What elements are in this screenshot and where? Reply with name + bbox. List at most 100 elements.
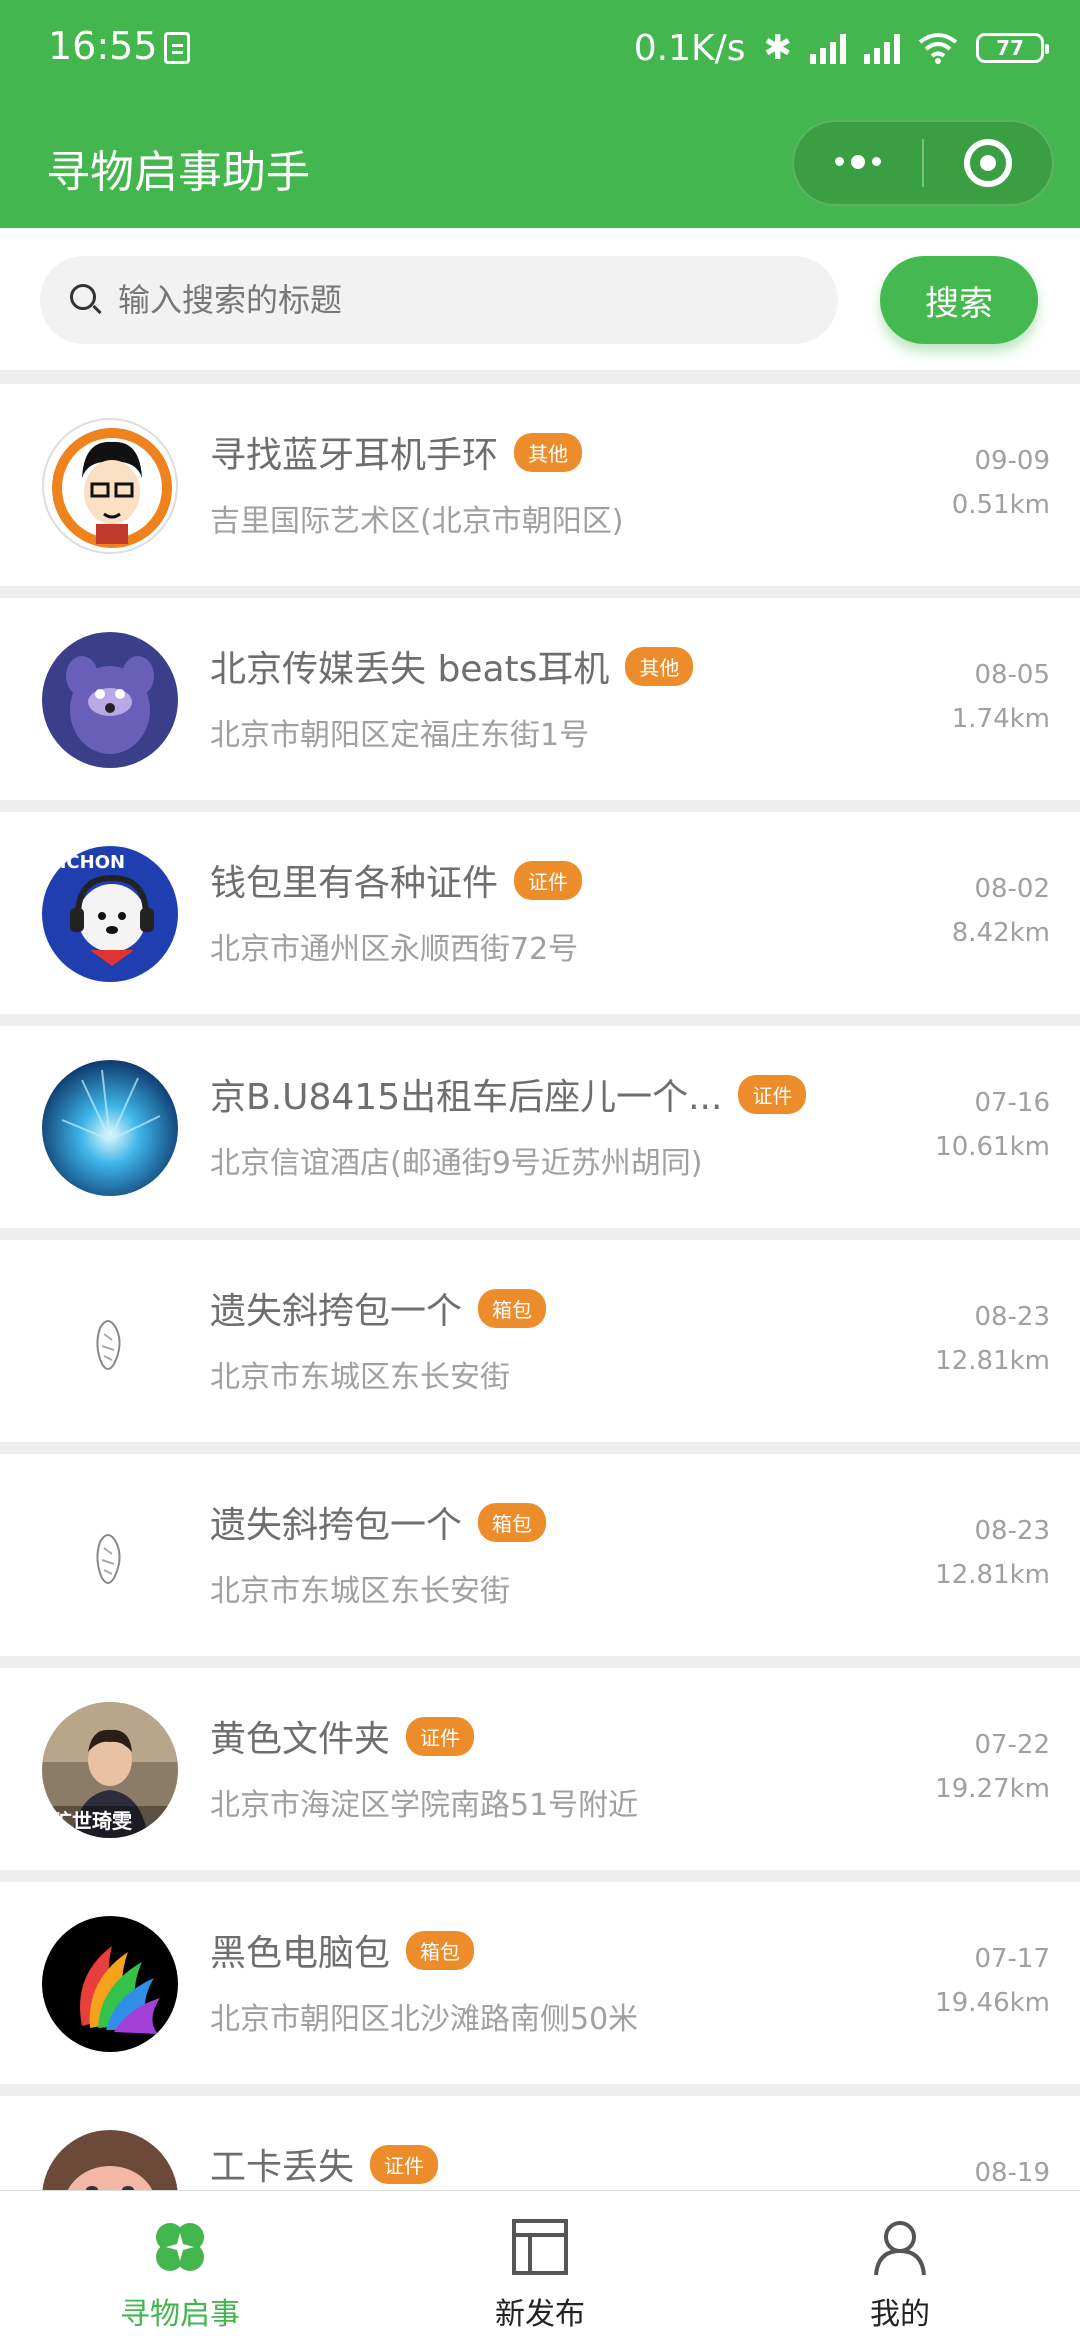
item-distance: 19.46km: [935, 1988, 1050, 2018]
search-button[interactable]: 搜索: [880, 256, 1038, 344]
avatar: [42, 1274, 178, 1410]
item-date: 08-05: [974, 660, 1050, 690]
item-address: 北京市东城区东长安街: [210, 1574, 510, 1609]
item-distance: 1.74km: [951, 704, 1050, 734]
item-title-row: 寻找蓝牙耳机手环 其他: [210, 426, 583, 478]
item-title-row: 遗失斜挎包一个 箱包: [210, 1282, 547, 1334]
avatar-text: 旷世琦雯: [52, 1809, 132, 1833]
tab-lost-found[interactable]: 寻物启事: [0, 2191, 360, 2340]
item-date: 07-16: [974, 1088, 1050, 1118]
item-address: 北京市朝阳区北沙滩路南侧50米: [210, 2002, 639, 2037]
item-title: 工卡丢失: [210, 2147, 355, 2188]
category-tag: 其他: [625, 646, 694, 686]
search-input[interactable]: [118, 281, 798, 319]
category-tag: 证件: [406, 1716, 475, 1756]
item-title-row: 工卡丢失 证件: [210, 2138, 439, 2190]
item-address: 北京市朝阳区定福庄东街1号: [210, 718, 590, 753]
item-date: 08-19: [974, 2158, 1050, 2188]
item-distance: 12.81km: [935, 1560, 1050, 1590]
tab-label: 新发布: [495, 2297, 585, 2332]
item-title: 寻找蓝牙耳机手环: [210, 435, 499, 476]
new-post-icon: [510, 2217, 570, 2277]
item-title: 北京传媒丢失 beats耳机: [210, 649, 610, 690]
status-bar: 16:55 0.1K/s ✱ 77: [0, 0, 1080, 100]
item-distance: 0.51km: [951, 490, 1050, 520]
category-tag: 箱包: [478, 1288, 547, 1328]
more-dots-icon[interactable]: [794, 155, 922, 169]
tab-label: 我的: [870, 2297, 930, 2332]
battery-icon: 77: [976, 33, 1049, 63]
tab-new-post[interactable]: 新发布: [360, 2191, 720, 2340]
item-title-row: 北京传媒丢失 beats耳机 其他: [210, 640, 694, 692]
item-distance: 19.27km: [935, 1774, 1050, 1804]
item-title: 钱包里有各种证件: [210, 863, 499, 904]
list-item[interactable]: BICHON 钱包里有各种证件 证件 北京市通州区永顺西街72号 08-02 8…: [0, 812, 1080, 1014]
search-bar: 搜索: [0, 228, 1080, 370]
list-item[interactable]: 寻找蓝牙耳机手环 其他 吉里国际艺术区(北京市朝阳区) 09-09 0.51km: [0, 384, 1080, 586]
wifi-icon: [918, 32, 958, 64]
tab-profile[interactable]: 我的: [720, 2191, 1080, 2340]
category-tag: 证件: [738, 1074, 807, 1114]
avatar: [42, 632, 178, 768]
mini-program-capsule: [792, 120, 1054, 206]
home-clover-icon: [150, 2217, 210, 2277]
item-distance: 12.81km: [935, 1346, 1050, 1376]
item-title: 遗失斜挎包一个: [210, 1505, 463, 1546]
category-tag: 箱包: [406, 1930, 475, 1970]
avatar: [42, 1488, 178, 1624]
target-icon[interactable]: [924, 139, 1052, 187]
avatar-text: BICHON: [46, 852, 125, 873]
item-title-row: 黑色电脑包 箱包: [210, 1924, 475, 1976]
item-title: 遗失斜挎包一个: [210, 1291, 463, 1332]
item-date: 07-17: [974, 1944, 1050, 1974]
battery-level: 77: [996, 36, 1024, 60]
item-date: 09-09: [974, 446, 1050, 476]
item-title: 黑色电脑包: [210, 1933, 391, 1974]
item-title: 京B.U8415出租车后座儿一个...: [210, 1077, 723, 1118]
profile-icon: [870, 2217, 930, 2277]
tab-label: 寻物启事: [120, 2297, 240, 2332]
bottom-tab-bar: 寻物启事 新发布 我的: [0, 2190, 1080, 2340]
item-address: 北京市海淀区学院南路51号附近: [210, 1788, 639, 1823]
signal-hd-icon: [810, 32, 846, 64]
avatar: [42, 1916, 178, 2052]
status-indicators: 0.1K/s ✱ 77: [633, 24, 1049, 72]
search-box[interactable]: [40, 256, 838, 344]
avatar: [42, 1060, 178, 1196]
item-date: 08-23: [974, 1516, 1050, 1546]
item-distance: 8.42km: [951, 918, 1050, 948]
item-address: 吉里国际艺术区(北京市朝阳区): [210, 504, 624, 539]
item-title-row: 黄色文件夹 证件: [210, 1710, 475, 1762]
item-title: 黄色文件夹: [210, 1719, 391, 1760]
network-speed: 0.1K/s: [633, 27, 746, 69]
category-tag: 证件: [370, 2144, 439, 2184]
signal-icon: [864, 32, 900, 64]
category-tag: 箱包: [478, 1502, 547, 1542]
list-item[interactable]: 遗失斜挎包一个 箱包 北京市东城区东长安街 08-23 12.81km: [0, 1240, 1080, 1442]
item-date: 08-02: [974, 874, 1050, 904]
list-item[interactable]: 京B.U8415出租车后座儿一个... 证件 北京信谊酒店(邮通街9号近苏州胡同…: [0, 1026, 1080, 1228]
list-item[interactable]: 遗失斜挎包一个 箱包 北京市东城区东长安街 08-23 12.81km: [0, 1454, 1080, 1656]
list-item[interactable]: 北京传媒丢失 beats耳机 其他 北京市朝阳区定福庄东街1号 08-05 1.…: [0, 598, 1080, 800]
category-tag: 证件: [514, 860, 583, 900]
avatar: 旷世琦雯: [42, 1702, 178, 1838]
category-tag: 其他: [514, 432, 583, 472]
item-title-row: 遗失斜挎包一个 箱包: [210, 1496, 547, 1548]
notification-icon: [164, 32, 190, 64]
item-date: 08-23: [974, 1302, 1050, 1332]
title-bar: 寻物启事助手: [0, 120, 1080, 220]
list-item[interactable]: 旷世琦雯 黄色文件夹 证件 北京市海淀区学院南路51号附近 07-22 19.2…: [0, 1668, 1080, 1870]
list-item[interactable]: 黑色电脑包 箱包 北京市朝阳区北沙滩路南侧50米 07-17 19.46km: [0, 1882, 1080, 2084]
item-distance: 10.61km: [935, 1132, 1050, 1162]
item-address: 北京市东城区东长安街: [210, 1360, 510, 1395]
item-title-row: 钱包里有各种证件 证件: [210, 854, 583, 906]
item-address: 北京市通州区永顺西街72号: [210, 932, 579, 967]
search-icon: [66, 280, 106, 320]
item-title-row: 京B.U8415出租车后座儿一个... 证件: [210, 1068, 807, 1120]
bluetooth-icon: ✱: [763, 28, 793, 68]
avatar: [42, 418, 178, 554]
status-time: 16:55: [48, 24, 158, 68]
page-title: 寻物启事助手: [46, 147, 310, 198]
avatar: BICHON: [42, 846, 178, 982]
item-date: 07-22: [974, 1730, 1050, 1760]
